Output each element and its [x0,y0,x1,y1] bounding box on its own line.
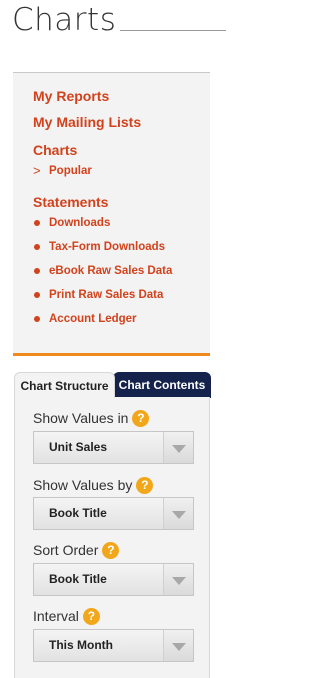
title-rule [120,30,226,31]
nav-item-label: Tax-Form Downloads [49,241,166,253]
chevron-down-icon[interactable] [163,564,193,595]
help-icon[interactable]: ? [102,541,120,559]
help-icon[interactable]: ? [82,607,100,625]
nav-item-ebook-raw-sales-data[interactable]: eBook Raw Sales Data [33,264,172,278]
show-values-in-label: Show Values in ? [33,409,150,427]
chevron-down-icon[interactable] [163,432,193,463]
field-label-text: Show Values by [33,477,133,493]
bullet-icon [34,220,40,226]
field-label-text: Sort Order [33,542,99,558]
field-label-text: Interval [33,608,79,624]
nav-item-label: Downloads [49,217,111,229]
nav-panel: My Reports My Mailing Lists Charts > Pop… [13,72,210,356]
tab-chart-structure[interactable]: Chart Structure [14,372,115,398]
nav-item-tax-form-downloads[interactable]: Tax-Form Downloads [33,240,165,254]
nav-statements[interactable]: Statements [33,194,108,210]
bullet-icon [34,244,40,250]
show-values-in-select[interactable]: Unit Sales [33,431,194,464]
chevron-down-icon[interactable] [163,498,193,529]
interval-label: Interval ? [33,607,100,625]
help-icon[interactable]: ? [132,409,150,427]
chevron-down-icon[interactable] [163,630,193,661]
field-label-text: Show Values in [33,410,129,426]
bullet-icon [34,316,40,322]
interval-select[interactable]: This Month [33,629,194,662]
chevron-right-icon: > [33,163,41,178]
select-value: Book Title [49,506,107,520]
nav-my-reports[interactable]: My Reports [33,88,109,104]
sort-order-select[interactable]: Book Title [33,563,194,596]
tab-chart-contents[interactable]: Chart Contents [113,372,211,398]
select-value: Book Title [49,572,107,586]
nav-item-account-ledger[interactable]: Account Ledger [33,312,137,326]
nav-item-label: Print Raw Sales Data [49,289,164,301]
bullet-icon [34,268,40,274]
nav-item-label: Account Ledger [49,313,137,325]
nav-my-mailing-lists[interactable]: My Mailing Lists [33,114,141,130]
sort-order-label: Sort Order ? [33,541,120,559]
select-value: Unit Sales [49,440,108,454]
nav-item-label: Popular [49,165,92,177]
show-values-by-label: Show Values by ? [33,476,154,494]
select-value: This Month [49,638,113,652]
show-values-by-select[interactable]: Book Title [33,497,194,530]
nav-charts[interactable]: Charts [33,142,77,158]
nav-item-downloads[interactable]: Downloads [33,216,110,230]
bullet-icon [34,292,40,298]
nav-item-print-raw-sales-data[interactable]: Print Raw Sales Data [33,288,163,302]
help-icon[interactable]: ? [136,476,154,494]
page-title: Charts [12,2,117,38]
nav-item-popular[interactable]: > Popular [33,164,92,178]
nav-item-label: eBook Raw Sales Data [49,265,173,277]
